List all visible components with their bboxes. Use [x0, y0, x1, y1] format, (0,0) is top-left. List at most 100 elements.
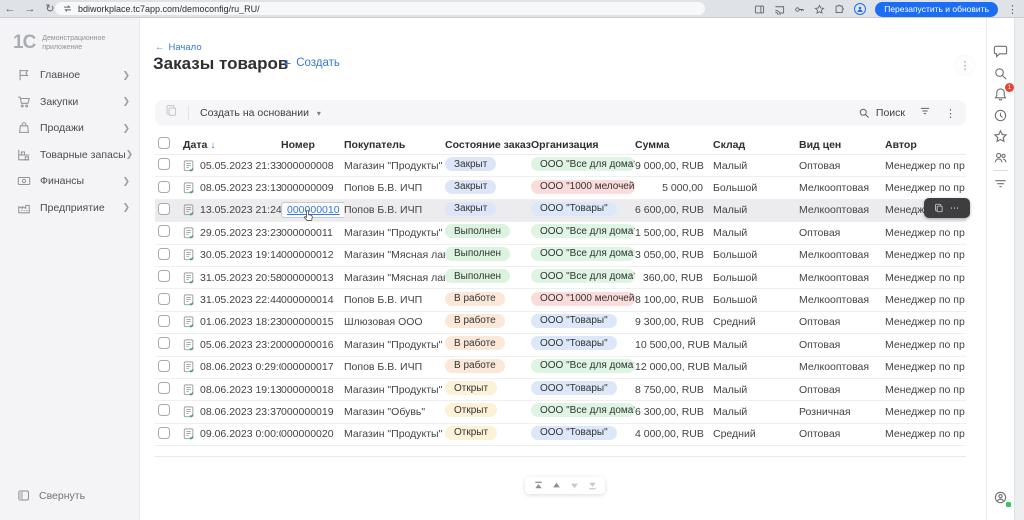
select-all-checkbox[interactable] — [158, 137, 170, 149]
filter-icon[interactable] — [993, 176, 1009, 192]
copy-icon[interactable] — [165, 104, 178, 122]
sidebar-item-finansy[interactable]: Финансы❯ — [0, 168, 140, 195]
table-row[interactable]: 08.06.2023 23:37:46 000000019 Магазин "О… — [155, 401, 966, 423]
table-row[interactable]: 01.06.2023 18:23:50 000000015 Шлюзовая О… — [155, 312, 966, 334]
scrollbar-track[interactable] — [1014, 18, 1024, 520]
column-header-warehouse[interactable]: Склад — [713, 139, 799, 151]
author-cell: Менеджер по продажам — [885, 316, 965, 328]
sidebar-item-predpriyatie[interactable]: Предприятие❯ — [0, 195, 140, 222]
column-header-sum[interactable]: Сумма — [635, 139, 713, 151]
sidebar-item-glavnoe[interactable]: Главное❯ — [0, 62, 140, 89]
buyer-cell: Магазин "Продукты" — [344, 384, 445, 396]
row-checkbox[interactable] — [158, 337, 170, 349]
history-icon[interactable] — [993, 108, 1009, 124]
row-checkbox[interactable] — [158, 225, 170, 237]
column-header-price-type[interactable]: Вид цен — [799, 139, 885, 151]
order-number[interactable]: 000000019 — [281, 406, 334, 418]
favorites-star-icon[interactable] — [993, 129, 1009, 145]
breadcrumb[interactable]: ← Начало — [155, 42, 202, 53]
document-posted-icon — [183, 182, 195, 194]
author-cell: Менеджер по продажам — [885, 272, 965, 284]
create-based-on-dropdown[interactable]: Создать на основании ▾ — [200, 107, 321, 119]
table-row[interactable]: 05.06.2023 23:20:18 000000016 Магазин "П… — [155, 334, 966, 356]
order-number[interactable]: 000000017 — [281, 361, 334, 373]
sidebar-item-zakupki[interactable]: Закупки❯ — [0, 89, 140, 116]
page-menu-icon[interactable]: ⋮ — [956, 56, 974, 74]
table-row[interactable]: 08.06.2023 19:13:38 000000018 Магазин "П… — [155, 379, 966, 401]
order-number[interactable]: 000000013 — [281, 272, 334, 284]
column-header-org[interactable]: Организация — [531, 139, 635, 151]
filter-icon[interactable] — [919, 104, 931, 122]
search-button[interactable]: Поиск — [858, 107, 905, 119]
forward-icon[interactable]: → — [20, 3, 40, 15]
table-row[interactable]: 29.05.2023 23:23:40 000000011 Магазин "П… — [155, 222, 966, 244]
order-number[interactable]: 000000018 — [281, 384, 334, 396]
order-number[interactable]: 000000016 — [281, 339, 334, 351]
row-checkbox[interactable] — [158, 270, 170, 282]
extensions-icon[interactable] — [834, 4, 845, 15]
reading-list-icon[interactable] — [754, 4, 765, 15]
key-icon[interactable] — [794, 4, 805, 15]
back-icon[interactable]: ← — [0, 3, 20, 15]
browser-menu-icon[interactable]: ⋮ — [1007, 3, 1018, 16]
create-button[interactable]: + Создать — [283, 57, 340, 69]
row-checkbox[interactable] — [158, 360, 170, 372]
table-row[interactable]: 30.05.2023 19:14:03 000000012 Магазин "М… — [155, 245, 966, 267]
table-row[interactable]: 31.05.2023 20:58:38 000000013 Магазин "М… — [155, 267, 966, 289]
notifications-bell-icon[interactable]: 1 — [993, 87, 1009, 103]
table-row[interactable]: 05.05.2023 21:33:50 000000008 Магазин "П… — [155, 155, 966, 177]
org-badge: ООО "Товары" — [531, 314, 617, 328]
status-badge: Закрыт — [445, 180, 496, 194]
users-icon[interactable] — [993, 150, 1009, 166]
row-actions-popup[interactable]: ⋯ — [924, 198, 970, 218]
toolbar-menu-icon[interactable]: ⋮ — [945, 107, 956, 120]
column-header-date[interactable]: Дата↓ — [183, 139, 281, 151]
order-number[interactable]: 000000010 — [281, 202, 344, 218]
row-checkbox[interactable] — [158, 158, 170, 170]
column-header-status[interactable]: Состояние заказа — [445, 139, 531, 151]
support-icon[interactable] — [993, 490, 1009, 506]
go-next-button[interactable] — [569, 480, 580, 491]
column-header-buyer[interactable]: Покупатель — [344, 139, 445, 151]
order-number[interactable]: 000000020 — [281, 428, 334, 440]
bookmark-star-icon[interactable] — [814, 4, 825, 15]
table-row[interactable]: 13.05.2023 21:24:18 000000010 Попов Б.В.… — [155, 200, 966, 222]
go-prev-button[interactable] — [551, 480, 562, 491]
address-bar[interactable]: bdiworkplace.tc7app.com/democonfig/ru_RU… — [55, 2, 705, 15]
site-info-icon[interactable] — [62, 3, 73, 14]
price-type-cell: Оптовая — [799, 384, 885, 396]
order-number[interactable]: 000000011 — [281, 227, 333, 239]
order-number[interactable]: 000000015 — [281, 316, 334, 328]
restart-update-button[interactable]: Перезапустить и обновить — [875, 2, 998, 17]
chat-icon[interactable] — [993, 44, 1009, 60]
table-row[interactable]: 09.06.2023 0:00:00 000000020 Магазин "Пр… — [155, 424, 966, 446]
sidebar-collapse-button[interactable]: Свернуть — [17, 489, 85, 502]
order-number[interactable]: 000000008 — [281, 160, 334, 172]
row-checkbox[interactable] — [158, 203, 170, 215]
sidebar-item-prodazhi[interactable]: Продажи❯ — [0, 115, 140, 142]
order-number[interactable]: 000000009 — [281, 182, 334, 194]
table-row[interactable]: 31.05.2023 22:44:28 000000014 Попов Б.В.… — [155, 289, 966, 311]
row-checkbox[interactable] — [158, 315, 170, 327]
row-checkbox[interactable] — [158, 181, 170, 193]
table-row[interactable]: 08.05.2023 23:13:38 000000009 Попов Б.В.… — [155, 177, 966, 199]
row-checkbox[interactable] — [158, 404, 170, 416]
column-header-author[interactable]: Автор — [885, 139, 965, 151]
go-last-button[interactable] — [587, 480, 598, 491]
banknote-icon — [17, 174, 31, 188]
row-checkbox[interactable] — [158, 382, 170, 394]
column-header-number[interactable]: Номер — [281, 139, 344, 151]
go-first-button[interactable] — [533, 480, 544, 491]
order-number[interactable]: 000000014 — [281, 294, 334, 306]
copy-icon[interactable] — [934, 203, 944, 213]
cast-icon[interactable] — [774, 4, 785, 15]
order-number[interactable]: 000000012 — [281, 249, 334, 261]
row-checkbox[interactable] — [158, 427, 170, 439]
search-icon[interactable] — [993, 66, 1009, 82]
row-checkbox[interactable] — [158, 248, 170, 260]
sidebar-item-tovarnye-zapasy[interactable]: Товарные запасы❯ — [0, 142, 140, 169]
table-row[interactable]: 08.06.2023 0:29:03 000000017 Попов Б.В. … — [155, 357, 966, 379]
profile-avatar[interactable] — [854, 3, 866, 15]
row-checkbox[interactable] — [158, 293, 170, 305]
more-actions-icon[interactable]: ⋯ — [950, 205, 960, 211]
